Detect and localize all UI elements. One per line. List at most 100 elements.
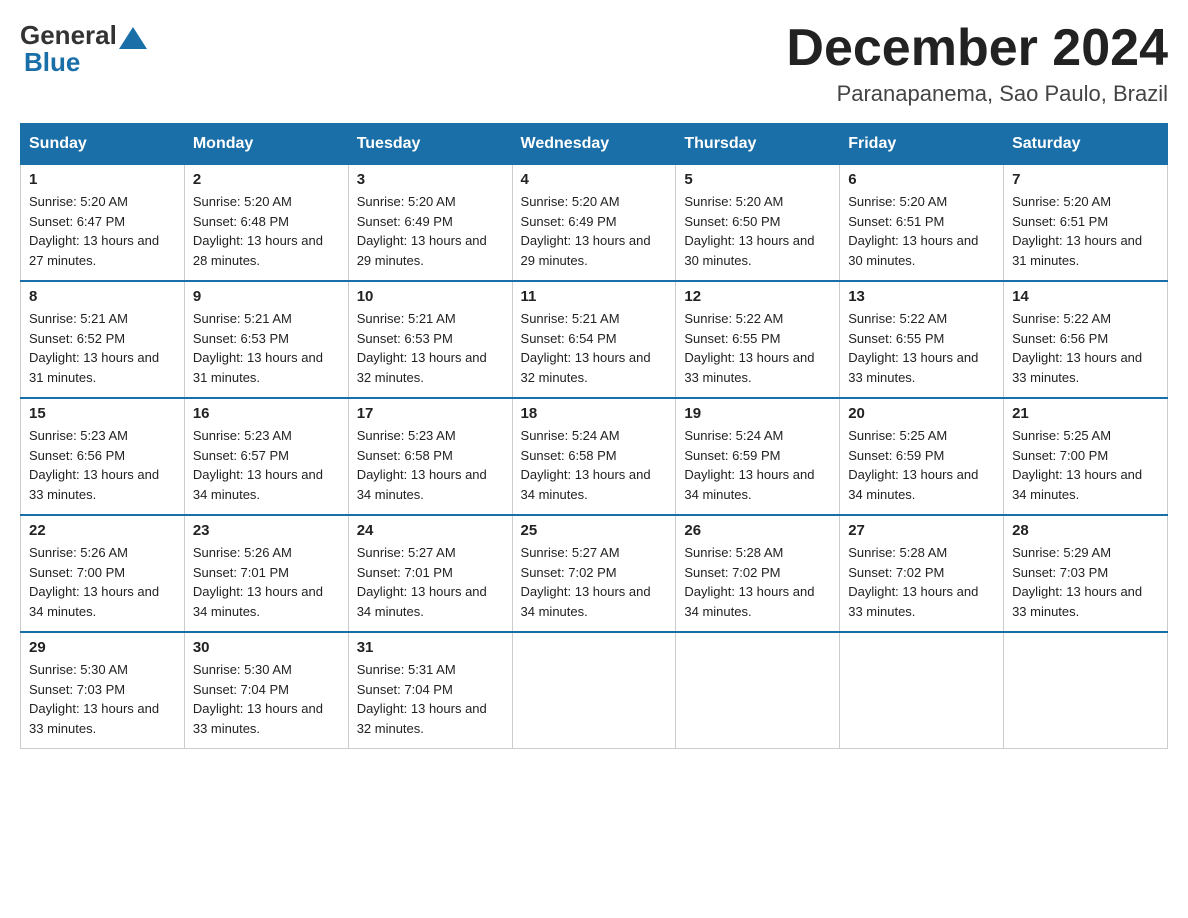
day-info: Sunrise: 5:31 AMSunset: 7:04 PMDaylight:… xyxy=(357,660,504,738)
day-info: Sunrise: 5:24 AMSunset: 6:59 PMDaylight:… xyxy=(684,426,831,504)
calendar-day-cell: 24 Sunrise: 5:27 AMSunset: 7:01 PMDaylig… xyxy=(348,515,512,632)
day-number: 16 xyxy=(193,405,340,422)
day-number: 9 xyxy=(193,288,340,305)
calendar-day-cell xyxy=(676,632,840,749)
day-info: Sunrise: 5:26 AMSunset: 7:00 PMDaylight:… xyxy=(29,543,176,621)
calendar-week-row: 22 Sunrise: 5:26 AMSunset: 7:00 PMDaylig… xyxy=(21,515,1168,632)
day-info: Sunrise: 5:21 AMSunset: 6:53 PMDaylight:… xyxy=(357,309,504,387)
day-info: Sunrise: 5:22 AMSunset: 6:56 PMDaylight:… xyxy=(1012,309,1159,387)
calendar-day-cell: 7 Sunrise: 5:20 AMSunset: 6:51 PMDayligh… xyxy=(1004,164,1168,281)
day-number: 23 xyxy=(193,522,340,539)
title-block: December 2024 Paranapanema, Sao Paulo, B… xyxy=(786,20,1168,107)
calendar-day-cell: 19 Sunrise: 5:24 AMSunset: 6:59 PMDaylig… xyxy=(676,398,840,515)
day-info: Sunrise: 5:28 AMSunset: 7:02 PMDaylight:… xyxy=(848,543,995,621)
page-subtitle: Paranapanema, Sao Paulo, Brazil xyxy=(786,81,1168,107)
day-number: 26 xyxy=(684,522,831,539)
day-info: Sunrise: 5:23 AMSunset: 6:57 PMDaylight:… xyxy=(193,426,340,504)
calendar-day-cell: 31 Sunrise: 5:31 AMSunset: 7:04 PMDaylig… xyxy=(348,632,512,749)
calendar-day-header: Wednesday xyxy=(512,124,676,164)
page-title: December 2024 xyxy=(786,20,1168,77)
calendar-day-cell: 10 Sunrise: 5:21 AMSunset: 6:53 PMDaylig… xyxy=(348,281,512,398)
calendar-day-cell: 26 Sunrise: 5:28 AMSunset: 7:02 PMDaylig… xyxy=(676,515,840,632)
day-info: Sunrise: 5:25 AMSunset: 6:59 PMDaylight:… xyxy=(848,426,995,504)
day-number: 17 xyxy=(357,405,504,422)
day-number: 21 xyxy=(1012,405,1159,422)
day-number: 27 xyxy=(848,522,995,539)
calendar-day-cell: 15 Sunrise: 5:23 AMSunset: 6:56 PMDaylig… xyxy=(21,398,185,515)
day-info: Sunrise: 5:20 AMSunset: 6:48 PMDaylight:… xyxy=(193,192,340,270)
day-info: Sunrise: 5:23 AMSunset: 6:58 PMDaylight:… xyxy=(357,426,504,504)
calendar-day-cell: 28 Sunrise: 5:29 AMSunset: 7:03 PMDaylig… xyxy=(1004,515,1168,632)
logo: General Blue xyxy=(20,20,147,78)
day-info: Sunrise: 5:30 AMSunset: 7:04 PMDaylight:… xyxy=(193,660,340,738)
calendar-day-cell: 13 Sunrise: 5:22 AMSunset: 6:55 PMDaylig… xyxy=(840,281,1004,398)
calendar-day-cell: 30 Sunrise: 5:30 AMSunset: 7:04 PMDaylig… xyxy=(184,632,348,749)
calendar-day-cell: 23 Sunrise: 5:26 AMSunset: 7:01 PMDaylig… xyxy=(184,515,348,632)
day-info: Sunrise: 5:23 AMSunset: 6:56 PMDaylight:… xyxy=(29,426,176,504)
day-number: 5 xyxy=(684,171,831,188)
calendar-week-row: 29 Sunrise: 5:30 AMSunset: 7:03 PMDaylig… xyxy=(21,632,1168,749)
calendar-day-cell: 9 Sunrise: 5:21 AMSunset: 6:53 PMDayligh… xyxy=(184,281,348,398)
day-number: 2 xyxy=(193,171,340,188)
calendar-day-cell: 25 Sunrise: 5:27 AMSunset: 7:02 PMDaylig… xyxy=(512,515,676,632)
day-number: 30 xyxy=(193,639,340,656)
calendar-day-cell: 8 Sunrise: 5:21 AMSunset: 6:52 PMDayligh… xyxy=(21,281,185,398)
day-number: 14 xyxy=(1012,288,1159,305)
day-number: 20 xyxy=(848,405,995,422)
day-number: 18 xyxy=(521,405,668,422)
day-number: 29 xyxy=(29,639,176,656)
calendar-day-cell: 29 Sunrise: 5:30 AMSunset: 7:03 PMDaylig… xyxy=(21,632,185,749)
calendar-day-header: Thursday xyxy=(676,124,840,164)
day-info: Sunrise: 5:22 AMSunset: 6:55 PMDaylight:… xyxy=(684,309,831,387)
day-info: Sunrise: 5:20 AMSunset: 6:47 PMDaylight:… xyxy=(29,192,176,270)
day-number: 31 xyxy=(357,639,504,656)
day-info: Sunrise: 5:21 AMSunset: 6:52 PMDaylight:… xyxy=(29,309,176,387)
calendar-week-row: 15 Sunrise: 5:23 AMSunset: 6:56 PMDaylig… xyxy=(21,398,1168,515)
day-number: 4 xyxy=(521,171,668,188)
day-info: Sunrise: 5:20 AMSunset: 6:49 PMDaylight:… xyxy=(357,192,504,270)
day-number: 19 xyxy=(684,405,831,422)
calendar-day-cell: 1 Sunrise: 5:20 AMSunset: 6:47 PMDayligh… xyxy=(21,164,185,281)
day-number: 28 xyxy=(1012,522,1159,539)
calendar-day-cell xyxy=(512,632,676,749)
calendar-day-cell xyxy=(1004,632,1168,749)
day-info: Sunrise: 5:27 AMSunset: 7:02 PMDaylight:… xyxy=(521,543,668,621)
calendar-day-cell: 6 Sunrise: 5:20 AMSunset: 6:51 PMDayligh… xyxy=(840,164,1004,281)
day-number: 10 xyxy=(357,288,504,305)
calendar-day-header: Tuesday xyxy=(348,124,512,164)
day-info: Sunrise: 5:20 AMSunset: 6:51 PMDaylight:… xyxy=(848,192,995,270)
day-info: Sunrise: 5:29 AMSunset: 7:03 PMDaylight:… xyxy=(1012,543,1159,621)
calendar-day-cell: 17 Sunrise: 5:23 AMSunset: 6:58 PMDaylig… xyxy=(348,398,512,515)
logo-blue-text: Blue xyxy=(24,47,80,78)
day-info: Sunrise: 5:28 AMSunset: 7:02 PMDaylight:… xyxy=(684,543,831,621)
calendar-day-header: Friday xyxy=(840,124,1004,164)
day-number: 24 xyxy=(357,522,504,539)
calendar-header-row: SundayMondayTuesdayWednesdayThursdayFrid… xyxy=(21,124,1168,164)
day-info: Sunrise: 5:22 AMSunset: 6:55 PMDaylight:… xyxy=(848,309,995,387)
day-number: 22 xyxy=(29,522,176,539)
calendar-day-cell: 16 Sunrise: 5:23 AMSunset: 6:57 PMDaylig… xyxy=(184,398,348,515)
day-info: Sunrise: 5:21 AMSunset: 6:53 PMDaylight:… xyxy=(193,309,340,387)
day-number: 11 xyxy=(521,288,668,305)
day-info: Sunrise: 5:21 AMSunset: 6:54 PMDaylight:… xyxy=(521,309,668,387)
calendar-day-cell: 14 Sunrise: 5:22 AMSunset: 6:56 PMDaylig… xyxy=(1004,281,1168,398)
day-info: Sunrise: 5:30 AMSunset: 7:03 PMDaylight:… xyxy=(29,660,176,738)
calendar-day-header: Sunday xyxy=(21,124,185,164)
calendar-week-row: 1 Sunrise: 5:20 AMSunset: 6:47 PMDayligh… xyxy=(21,164,1168,281)
day-info: Sunrise: 5:20 AMSunset: 6:49 PMDaylight:… xyxy=(521,192,668,270)
day-number: 7 xyxy=(1012,171,1159,188)
day-info: Sunrise: 5:26 AMSunset: 7:01 PMDaylight:… xyxy=(193,543,340,621)
day-number: 12 xyxy=(684,288,831,305)
day-info: Sunrise: 5:20 AMSunset: 6:50 PMDaylight:… xyxy=(684,192,831,270)
day-number: 6 xyxy=(848,171,995,188)
calendar-day-cell: 4 Sunrise: 5:20 AMSunset: 6:49 PMDayligh… xyxy=(512,164,676,281)
calendar-day-header: Saturday xyxy=(1004,124,1168,164)
calendar-day-cell: 21 Sunrise: 5:25 AMSunset: 7:00 PMDaylig… xyxy=(1004,398,1168,515)
calendar-day-cell: 12 Sunrise: 5:22 AMSunset: 6:55 PMDaylig… xyxy=(676,281,840,398)
calendar-table: SundayMondayTuesdayWednesdayThursdayFrid… xyxy=(20,123,1168,749)
calendar-day-cell: 18 Sunrise: 5:24 AMSunset: 6:58 PMDaylig… xyxy=(512,398,676,515)
calendar-day-cell: 11 Sunrise: 5:21 AMSunset: 6:54 PMDaylig… xyxy=(512,281,676,398)
calendar-day-cell: 22 Sunrise: 5:26 AMSunset: 7:00 PMDaylig… xyxy=(21,515,185,632)
logo-triangle-icon xyxy=(119,27,147,49)
day-number: 15 xyxy=(29,405,176,422)
